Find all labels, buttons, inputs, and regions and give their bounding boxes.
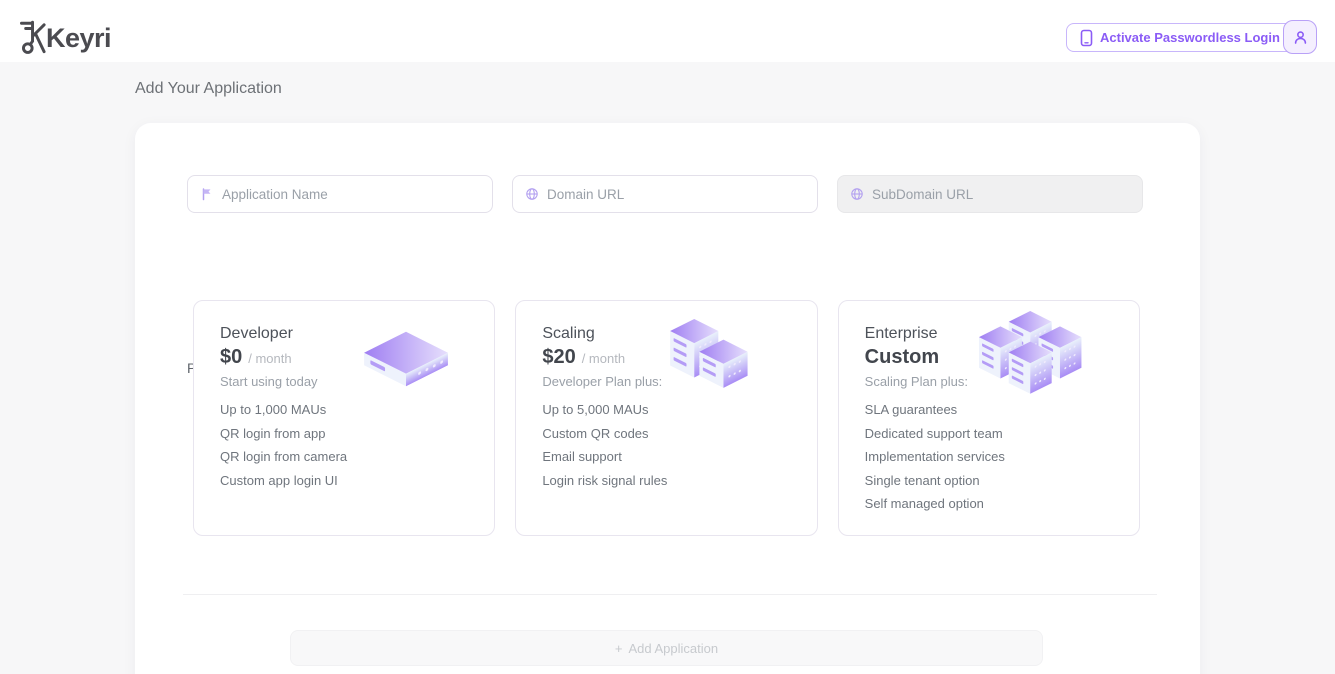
plan-name: Scaling (542, 325, 594, 343)
plan-period: / month (248, 351, 291, 366)
server-box-illustration (362, 329, 450, 389)
plan-name: Enterprise (865, 325, 938, 343)
plan-price: $0 (220, 346, 242, 369)
plan-subtitle: Start using today (220, 374, 318, 389)
plan-subtitle: Scaling Plan plus: (865, 374, 968, 389)
plan-feature: Self managed option (865, 492, 1005, 516)
keyri-key-icon (16, 18, 48, 58)
plan-price: $20 (542, 346, 575, 369)
plan-feature: Dedicated support team (865, 422, 1005, 446)
application-name-input[interactable] (222, 176, 486, 212)
plan-price: Custom (865, 346, 939, 369)
add-application-button[interactable]: + Add Application (290, 630, 1043, 666)
person-icon (1292, 29, 1309, 46)
flag-icon (200, 187, 214, 201)
plan-features: SLA guarantees Dedicated support team Im… (865, 398, 1005, 516)
application-name-field[interactable] (187, 175, 493, 213)
user-account-button[interactable] (1283, 20, 1317, 54)
plan-card-enterprise[interactable]: Enterprise Custom Scaling Plan plus: SLA… (838, 300, 1140, 536)
plan-feature: QR login from camera (220, 445, 347, 469)
keyri-logo[interactable]: Keyri (16, 18, 111, 58)
add-application-label: Add Application (628, 641, 718, 656)
card-divider (183, 594, 1157, 595)
plan-price-row: $20 / month (542, 346, 625, 369)
domain-url-field[interactable] (512, 175, 818, 213)
server-farm-illustration (975, 311, 1093, 403)
plan-card-scaling[interactable]: Scaling $20 / month Developer Plan plus:… (515, 300, 817, 536)
add-application-card: Plans Developer $0 / month Start using t… (135, 123, 1200, 674)
plan-price-row: $0 / month (220, 346, 292, 369)
plan-period: / month (582, 351, 625, 366)
app-header: Keyri Activate Passwordless Login (0, 0, 1335, 62)
plan-feature: Email support (542, 445, 667, 469)
plan-feature: Custom QR codes (542, 422, 667, 446)
plans-row: Developer $0 / month Start using today U… (193, 300, 1140, 536)
globe-icon (525, 187, 539, 201)
globe-icon (850, 187, 864, 201)
plan-feature: Up to 5,000 MAUs (542, 398, 667, 422)
plan-feature: QR login from app (220, 422, 347, 446)
plan-feature: Implementation services (865, 445, 1005, 469)
plan-feature: Custom app login UI (220, 469, 347, 493)
logo-text: Keyri (46, 25, 111, 52)
plan-price-row: Custom (865, 346, 945, 369)
subdomain-url-input (872, 176, 1136, 212)
plan-feature: Login risk signal rules (542, 469, 667, 493)
plus-icon: + (615, 641, 623, 656)
application-form-fields (187, 175, 1143, 213)
activate-passwordless-login-label: Activate Passwordless Login (1100, 30, 1280, 45)
phone-icon (1080, 29, 1093, 47)
plan-features: Up to 5,000 MAUs Custom QR codes Email s… (542, 398, 667, 492)
plan-card-developer[interactable]: Developer $0 / month Start using today U… (193, 300, 495, 536)
plan-feature: Single tenant option (865, 469, 1005, 493)
plan-features: Up to 1,000 MAUs QR login from app QR lo… (220, 398, 347, 492)
plan-subtitle: Developer Plan plus: (542, 374, 662, 389)
activate-passwordless-login-button[interactable]: Activate Passwordless Login (1066, 23, 1294, 52)
plan-name: Developer (220, 325, 293, 343)
server-towers-illustration (665, 317, 751, 395)
subdomain-url-field (837, 175, 1143, 213)
domain-url-input[interactable] (547, 176, 811, 212)
plan-feature: Up to 1,000 MAUs (220, 398, 347, 422)
page-title: Add Your Application (135, 80, 282, 98)
